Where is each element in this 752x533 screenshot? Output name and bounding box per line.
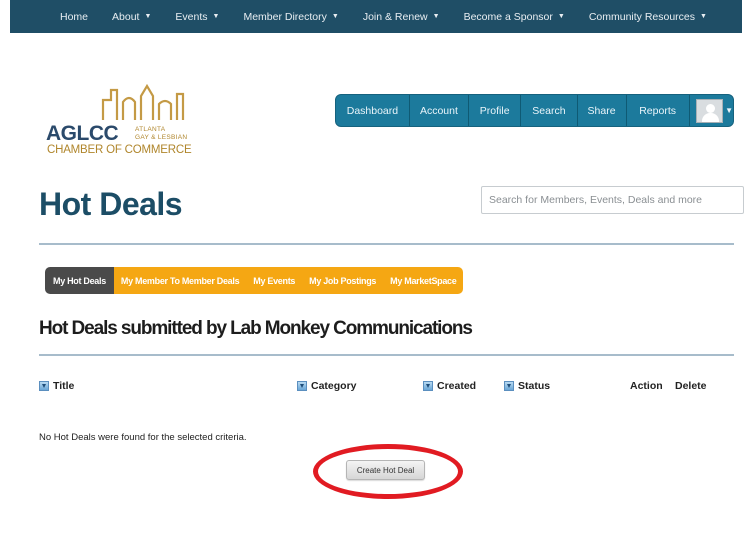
column-header-action: Action [630,380,663,392]
chevron-down-icon: ▼ [557,13,565,20]
site-search-input[interactable] [481,186,744,214]
skyline-icon [101,83,185,120]
share-button[interactable]: Share [578,95,627,126]
avatar[interactable] [695,99,724,123]
profile-button[interactable]: Profile [469,95,522,126]
divider [39,354,734,356]
logo-line-atlanta: ATLANTA [135,126,166,133]
filter-icon[interactable] [504,381,514,391]
column-header-delete: Delete [675,380,707,392]
nav-become-sponsor[interactable]: Become a Sponsor ▼ [464,11,565,23]
column-header-status[interactable]: Status [504,380,550,392]
chevron-down-icon: ▼ [700,13,707,20]
tab-member-to-member-deals[interactable]: My Member To Member Deals [113,267,247,294]
aglcc-logo[interactable]: AGLCC ATLANTA GAY & LESBIAN CHAMBER OF C… [46,76,198,164]
empty-state-message: No Hot Deals were found for the selected… [39,432,247,443]
account-action-bar: Dashboard Account Profile Search Share R… [335,94,734,127]
divider [39,243,734,245]
top-navigation: Home About ▼ Events ▼ Member Directory ▼ Jo… [10,0,742,33]
logo-acronym: AGLCC [46,122,119,145]
page-title: Hot Deals [39,186,183,222]
tab-my-marketspace[interactable]: My MarketSpace [383,267,464,294]
chevron-down-icon: ▼ [432,13,440,20]
nav-community-resources[interactable]: Community Resources ▼ [589,11,707,23]
dashboard-button[interactable]: Dashboard [336,95,410,126]
chevron-down-icon: ▼ [144,13,152,20]
tab-my-events[interactable]: My Events [246,267,303,294]
section-title: Hot Deals submitted by Lab Monkey Commun… [39,318,473,339]
chevron-down-icon[interactable]: ▼ [725,95,733,126]
logo-tagline: CHAMBER OF COMMERCE [47,144,192,156]
nav-join-renew[interactable]: Join & Renew ▼ [363,11,440,23]
account-button[interactable]: Account [410,95,470,126]
nav-member-directory[interactable]: Member Directory ▼ [243,11,338,23]
nav-home[interactable]: Home [60,11,88,23]
column-header-category[interactable]: Category [297,380,357,392]
column-header-created[interactable]: Created [423,380,476,392]
column-header-title[interactable]: Title [39,380,74,392]
tab-my-hot-deals[interactable]: My Hot Deals [45,267,114,294]
filter-icon[interactable] [297,381,307,391]
filter-icon[interactable] [39,381,49,391]
chevron-down-icon: ▼ [331,13,339,20]
tab-my-job-postings[interactable]: My Job Postings [302,267,384,294]
chevron-down-icon: ▼ [212,13,220,20]
reports-button[interactable]: Reports [627,95,690,126]
search-button[interactable]: Search [521,95,578,126]
deal-tabs: My Hot Deals My Member To Member Deals M… [45,267,464,294]
filter-icon[interactable] [423,381,433,391]
nav-about[interactable]: About ▼ [112,11,151,23]
nav-events[interactable]: Events ▼ [175,11,219,23]
logo-line-gay-lesbian: GAY & LESBIAN [135,134,188,141]
create-hot-deal-button[interactable]: Create Hot Deal [346,460,425,480]
